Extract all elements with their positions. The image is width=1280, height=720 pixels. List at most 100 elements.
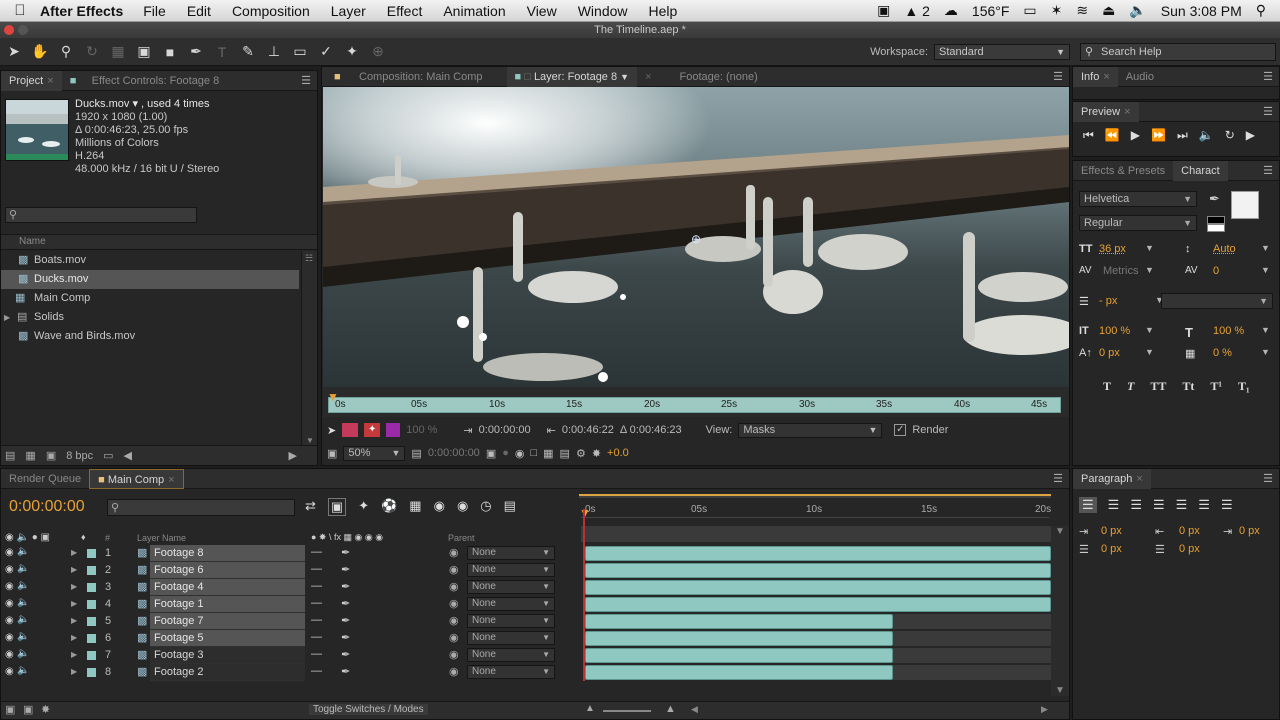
chevron-down-icon[interactable]: ▼	[1145, 325, 1154, 335]
layer-switches-pane-icon[interactable]: ▣	[5, 703, 15, 716]
close-icon[interactable]: ×	[1103, 71, 1109, 83]
pen-tool-icon[interactable]: ✒	[184, 42, 208, 62]
last-frame-icon[interactable]: ⏭	[1177, 128, 1188, 143]
vertical-scale-value[interactable]: 100 %	[1099, 325, 1130, 337]
set-out-point-icon[interactable]: ⇤	[547, 424, 556, 437]
tab-project[interactable]: Project ×	[1, 70, 62, 91]
scroll-down-icon[interactable]: ▼	[306, 436, 314, 445]
label-color-chip[interactable]	[87, 600, 96, 609]
pick-whip-icon[interactable]: ◉	[449, 580, 459, 593]
expand-arrow-icon[interactable]: ▶	[71, 582, 77, 591]
quality-icon[interactable]: ✒	[341, 580, 350, 593]
rectangle-tool-icon[interactable]: ■	[158, 42, 182, 62]
clone-stamp-tool-icon[interactable]: ⊥	[262, 42, 286, 62]
indent-first-line-value[interactable]: 0 px	[1239, 525, 1260, 537]
layer-time-ruler[interactable]: ▼ 0s 05s 10s 15s 20s 25s 30s 35s 40s 45s	[323, 387, 1069, 417]
puppet-tool-icon[interactable]: ✦	[340, 42, 364, 62]
collapse-transformations-icon[interactable]: —	[311, 665, 322, 677]
label-color-chip[interactable]	[87, 651, 96, 660]
white-swatch[interactable]	[1207, 224, 1225, 232]
show-snapshot-icon[interactable]: ●	[502, 447, 509, 459]
subscript-button[interactable]: T₁	[1238, 379, 1250, 399]
transfer-controls-pane-icon[interactable]: ▣	[23, 703, 33, 716]
frame-blending-icon[interactable]: ▦	[409, 498, 421, 516]
roto-brush-tool-icon[interactable]: ✓	[314, 42, 338, 62]
in-point-time[interactable]: 0:00:00:00	[479, 424, 531, 436]
motion-path-icon[interactable]: ✦	[364, 423, 381, 437]
collapse-transformations-icon[interactable]: —	[311, 563, 322, 575]
region-of-interest-icon[interactable]: □	[530, 447, 537, 459]
auto-keyframe-icon[interactable]: ◷	[480, 498, 491, 516]
scroll-left-icon[interactable]: ◀	[124, 449, 132, 462]
video-visibility-icon[interactable]: ◉	[5, 632, 14, 643]
eject-icon[interactable]: ⏏	[1102, 2, 1115, 19]
volume-icon[interactable]: 🔈	[1129, 2, 1146, 19]
layer-name[interactable]: Footage 5	[150, 630, 305, 647]
font-style-dropdown[interactable]: Regular ▼	[1079, 215, 1197, 231]
hand-tool-icon[interactable]: ✋	[28, 42, 52, 62]
tracking-value[interactable]: 0	[1213, 265, 1219, 277]
audio-toggle-icon[interactable]: 🔈	[17, 631, 29, 642]
transparency-grid-icon[interactable]	[342, 423, 359, 437]
menu-view[interactable]: View	[527, 3, 557, 19]
menu-help[interactable]: Help	[649, 3, 678, 19]
expand-arrow-icon[interactable]: ▶	[71, 650, 77, 659]
brush-tool-icon[interactable]: ✎	[236, 42, 260, 62]
space-before-value[interactable]: 0 px	[1101, 543, 1122, 555]
project-search-input[interactable]: ⚲	[5, 207, 197, 223]
work-area-bar[interactable]	[579, 494, 1051, 498]
parent-dropdown[interactable]: None ▼	[467, 563, 555, 577]
baseline-shift-value[interactable]: 0 px	[1099, 347, 1120, 359]
justify-right-icon[interactable]: ☰	[1198, 497, 1210, 513]
quality-icon[interactable]: ✒	[341, 665, 350, 678]
close-icon[interactable]: ×	[645, 71, 651, 83]
zoom-tool-icon[interactable]: ⚲	[54, 42, 78, 62]
pick-whip-icon[interactable]: ◉	[449, 648, 459, 661]
panel-menu-icon[interactable]: ☰	[1263, 164, 1273, 177]
parent-dropdown[interactable]: None ▼	[467, 614, 555, 628]
video-visibility-icon[interactable]: ◉	[5, 615, 14, 626]
trash-icon[interactable]: ▭	[103, 449, 113, 462]
scroll-right-icon[interactable]: ▶	[1041, 704, 1048, 715]
fast-previews-icon[interactable]: ⚙	[576, 447, 586, 460]
wifi-icon[interactable]: ≋	[1076, 2, 1088, 19]
pick-whip-icon[interactable]: ◉	[449, 614, 459, 627]
video-visibility-icon[interactable]: ◉	[5, 598, 14, 609]
close-icon[interactable]: ×	[168, 474, 174, 486]
tab-effects-presets[interactable]: Effects & Presets	[1073, 161, 1173, 181]
menu-layer[interactable]: Layer	[331, 3, 366, 19]
tab-footage[interactable]: Footage: (none)	[672, 67, 766, 87]
first-frame-icon[interactable]: ⏮	[1083, 128, 1094, 143]
quality-icon[interactable]: ✒	[341, 563, 350, 576]
rotation-tool-icon[interactable]: ↻	[80, 42, 104, 62]
leading-value[interactable]: Auto	[1213, 243, 1236, 255]
layer-name[interactable]: Footage 7	[150, 613, 305, 630]
font-size-value[interactable]: 36 px	[1099, 243, 1126, 255]
quality-icon[interactable]: ✒	[341, 546, 350, 559]
eyedropper-icon[interactable]: ✒	[1209, 191, 1220, 207]
tab-paragraph[interactable]: Paragraph ×	[1073, 468, 1151, 489]
pick-whip-icon[interactable]: ◉	[449, 665, 459, 678]
axis-mode-icon[interactable]: ⊕	[366, 42, 390, 62]
parent-dropdown[interactable]: None ▼	[467, 546, 555, 560]
shy-layers-icon[interactable]: ⚽	[381, 498, 397, 516]
project-item[interactable]: ▶ ▤ Solids	[1, 308, 317, 327]
graph-editor-icon[interactable]: ▤	[504, 498, 516, 516]
zoom-dropdown[interactable]: 50% ▼	[343, 445, 406, 461]
viewer-current-time[interactable]: 0:00:00:00	[428, 447, 480, 459]
indent-left-value[interactable]: 0 px	[1101, 525, 1122, 537]
scroll-right-icon[interactable]: ▶	[289, 449, 297, 462]
notification-icon[interactable]: ▲ 2	[904, 3, 930, 19]
tab-effect-controls[interactable]: ■ Effect Controls: Footage 8	[62, 71, 228, 91]
live-update-icon[interactable]: ▣	[327, 498, 347, 516]
parent-dropdown[interactable]: None ▼	[467, 597, 555, 611]
lock-icon[interactable]: □	[524, 71, 531, 83]
parent-dropdown[interactable]: None ▼	[467, 648, 555, 662]
out-point-time[interactable]: 0:00:46:22	[562, 424, 614, 436]
panel-menu-icon[interactable]: ☰	[1053, 70, 1063, 83]
parent-dropdown[interactable]: None ▼	[467, 580, 555, 594]
menu-composition[interactable]: Composition	[232, 3, 310, 19]
chevron-down-icon[interactable]: ▼	[1261, 347, 1270, 357]
collapse-transformations-icon[interactable]: —	[311, 631, 322, 643]
label-color-chip[interactable]	[87, 634, 96, 643]
